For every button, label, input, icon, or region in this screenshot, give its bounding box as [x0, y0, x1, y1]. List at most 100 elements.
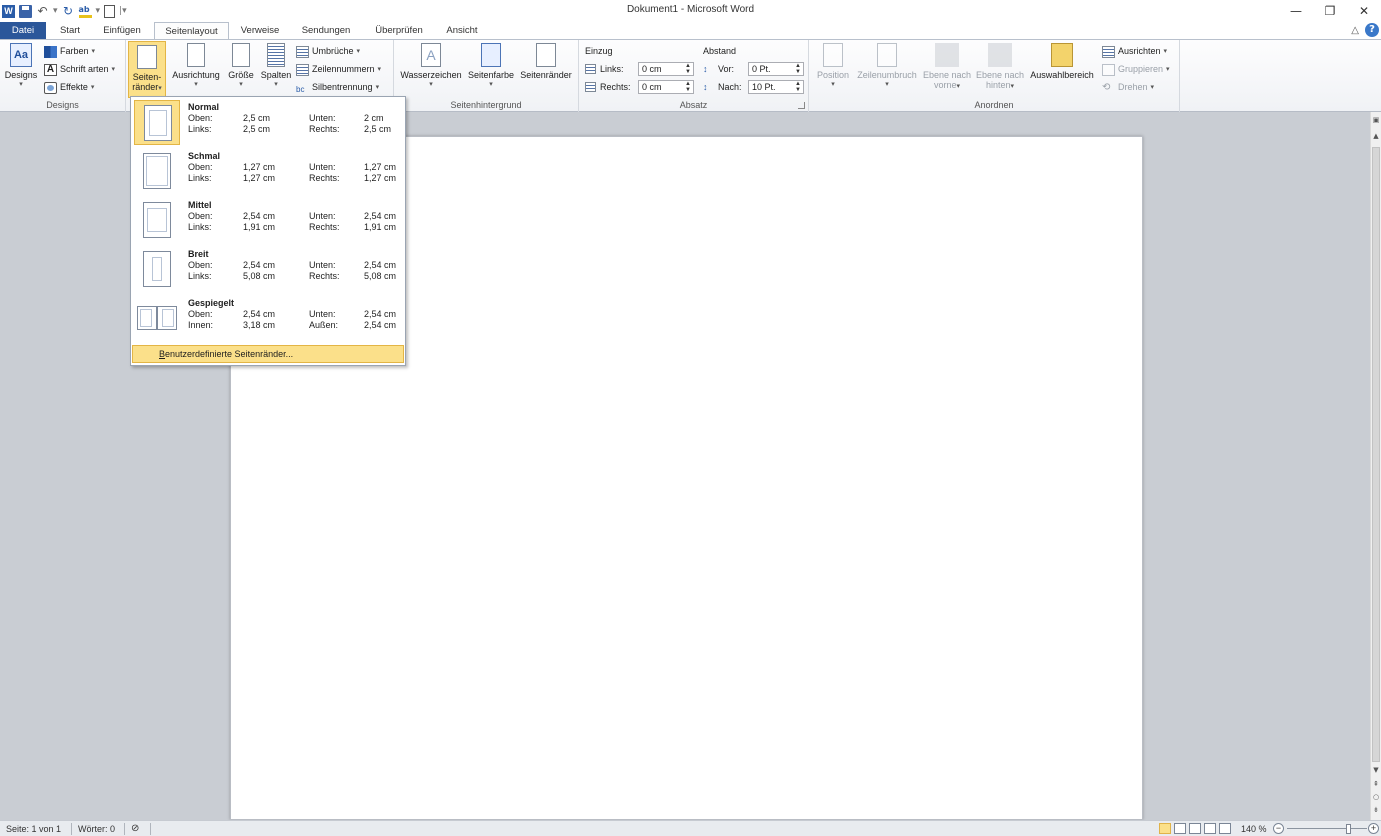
margin-option-mirrored[interactable]: Gespiegelt Oben: 2,54 cm Unten: 2,54 cm …: [132, 294, 404, 343]
margins-menu: Normal Oben: 2,5 cm Unten: 2 cm Links: 2…: [130, 96, 406, 366]
position-dropdown-icon: ▾: [831, 81, 835, 88]
margin-normal-l1: Oben:: [188, 113, 213, 123]
zoom-slider[interactable]: [1287, 828, 1367, 829]
tab-references[interactable]: Verweise: [235, 22, 285, 39]
margin-narrow-l1: Oben:: [188, 162, 213, 172]
margin-moderate-w2: 1,91 cm: [364, 222, 397, 232]
rotate-button[interactable]: ⟲ Drehen ▾: [1102, 80, 1154, 95]
margin-moderate-icon: [134, 198, 180, 243]
custom-margins-button[interactable]: Benutzerdefinierte Seitenränder...: [132, 345, 404, 363]
colors-icon: [44, 45, 57, 58]
outline-icon[interactable]: [1204, 823, 1216, 834]
text-wrap-button[interactable]: Zeilenumbruch ▾: [854, 43, 920, 90]
zoom-level[interactable]: 140 %: [1241, 823, 1267, 835]
rotate-label: Drehen: [1118, 82, 1148, 92]
web-layout-icon[interactable]: [1189, 823, 1201, 834]
page-color-icon: [481, 43, 501, 67]
effects-button[interactable]: Effekte ▾: [44, 80, 94, 95]
send-backward-button[interactable]: Ebene nach hinten▾: [974, 43, 1026, 92]
columns-button[interactable]: Spalten ▾: [258, 43, 294, 90]
spacing-before-spinner-icon[interactable]: ▲ ▼: [793, 63, 803, 75]
margin-option-moderate[interactable]: Mittel Oben: 2,54 cm Unten: 2,54 cm Link…: [132, 196, 404, 245]
indent-left-value: 0 cm: [642, 64, 662, 74]
tab-mailings[interactable]: Sendungen: [296, 22, 356, 39]
margin-narrow-w1: 1,27 cm: [364, 162, 397, 172]
status-divider: [150, 823, 151, 835]
margin-mirrored-w2: 2,54 cm: [364, 320, 397, 330]
page-count[interactable]: Seite: 1 von 1: [6, 823, 61, 835]
size-button[interactable]: Größe ▾: [226, 43, 256, 90]
draft-icon[interactable]: [1219, 823, 1231, 834]
tab-page-layout[interactable]: Seitenlayout: [154, 22, 229, 40]
margin-normal-l2: Links:: [188, 124, 212, 134]
indent-heading: Einzug: [585, 46, 613, 56]
bring-forward-button[interactable]: Ebene nach vorne▾: [921, 43, 973, 92]
tab-review[interactable]: Überprüfen: [368, 22, 430, 39]
margins-button[interactable]: Seiten- ränder▾: [128, 41, 166, 98]
margin-option-normal[interactable]: Normal Oben: 2,5 cm Unten: 2 cm Links: 2…: [132, 98, 404, 147]
zoom-slider-thumb[interactable]: [1346, 824, 1352, 834]
margin-normal-row2: Links: 2,5 cm Rechts: 2,5 cm: [188, 124, 400, 135]
page-borders-button[interactable]: Seitenränder: [518, 43, 574, 80]
align-label: Ausrichten: [1118, 46, 1161, 56]
hyphenation-dropdown-icon: ▾: [375, 84, 380, 91]
tab-start[interactable]: Start: [50, 22, 90, 39]
print-layout-icon[interactable]: [1159, 823, 1171, 834]
spacing-after-spinner-icon[interactable]: ▲ ▼: [793, 81, 803, 93]
size-icon: [232, 43, 250, 67]
previous-page-icon[interactable]: ⇞: [1371, 778, 1381, 790]
zoom-out-icon[interactable]: −: [1273, 823, 1284, 834]
close-button[interactable]: ✕: [1347, 0, 1381, 22]
indent-right-input[interactable]: 0 cm ▲ ▼: [638, 80, 694, 94]
colors-button[interactable]: Farben ▾: [44, 44, 95, 59]
scroll-thumb[interactable]: [1372, 147, 1380, 762]
full-screen-reading-icon[interactable]: [1174, 823, 1186, 834]
send-backward-label-2-wrap: hinten▾: [974, 80, 1026, 92]
margin-narrow-row1: Oben: 1,27 cm Unten: 1,27 cm: [188, 162, 400, 173]
margin-option-narrow[interactable]: Schmal Oben: 1,27 cm Unten: 1,27 cm Link…: [132, 147, 404, 196]
group-arrange-label: Anordnen: [974, 100, 1014, 110]
margin-narrow-v2: 1,27 cm: [243, 173, 276, 183]
margin-option-wide[interactable]: Breit Oben: 2,54 cm Unten: 2,54 cm Links…: [132, 245, 404, 294]
browse-object-icon[interactable]: ○: [1371, 791, 1381, 803]
vertical-scrollbar[interactable]: ▣ ▲ ▼ ⇞ ○ ⇟: [1370, 112, 1381, 820]
scroll-up-icon[interactable]: ▲: [1371, 130, 1381, 142]
minimize-button[interactable]: —: [1279, 0, 1313, 22]
next-page-icon[interactable]: ⇟: [1371, 804, 1381, 816]
position-button[interactable]: Position ▾: [813, 43, 853, 90]
breaks-button[interactable]: Umbrüche ▾: [296, 44, 360, 59]
selection-pane-button[interactable]: Auswahlbereich: [1027, 43, 1097, 80]
line-numbers-button[interactable]: Zeilennummern ▾: [296, 62, 381, 77]
margin-moderate-l2: Links:: [188, 222, 212, 232]
word-count[interactable]: Wörter: 0: [78, 823, 115, 835]
margin-wide-r2: Rechts:: [309, 271, 340, 281]
tab-file[interactable]: Datei: [0, 22, 46, 39]
align-button[interactable]: Ausrichten ▾: [1102, 44, 1167, 59]
designs-button[interactable]: Aa Designs ▾: [4, 43, 38, 90]
watermark-button[interactable]: A Wasserzeichen ▾: [398, 43, 464, 90]
orientation-button[interactable]: Ausrichtung ▾: [170, 43, 222, 90]
tab-view[interactable]: Ansicht: [441, 22, 483, 39]
help-icon[interactable]: ?: [1365, 23, 1379, 37]
indent-left-spinner-icon[interactable]: ▲ ▼: [683, 63, 693, 75]
tab-insert[interactable]: Einfügen: [96, 22, 148, 39]
indent-left-input[interactable]: 0 cm ▲ ▼: [638, 62, 694, 76]
hyphenation-label: Silbentrennung: [312, 82, 373, 92]
scroll-down-icon[interactable]: ▼: [1371, 764, 1381, 776]
ruler-toggle-icon[interactable]: ▣: [1371, 114, 1381, 126]
page-color-button[interactable]: Seitenfarbe ▾: [465, 43, 517, 90]
send-backward-label-2: hinten: [985, 80, 1011, 90]
indent-right-spinner-icon[interactable]: ▲ ▼: [683, 81, 693, 93]
collapse-ribbon-icon[interactable]: △: [1351, 25, 1359, 36]
hyphenation-button[interactable]: bc Silbentrennung ▾: [296, 80, 379, 95]
proofing-status-icon[interactable]: ⊘: [131, 823, 139, 835]
fonts-button[interactable]: A Schrift arten ▾: [44, 62, 115, 77]
spacing-before-input[interactable]: 0 Pt. ▲ ▼: [748, 62, 804, 76]
paragraph-dialog-launcher-icon[interactable]: [798, 102, 805, 109]
margin-wide-w1: 2,54 cm: [364, 260, 397, 270]
spacing-after-input[interactable]: 10 Pt. ▲ ▼: [748, 80, 804, 94]
restore-button[interactable]: ❐: [1313, 0, 1347, 22]
colors-dropdown-icon: ▾: [91, 48, 96, 55]
group-objects-button[interactable]: Gruppieren ▾: [1102, 62, 1170, 77]
zoom-in-icon[interactable]: +: [1368, 823, 1379, 834]
